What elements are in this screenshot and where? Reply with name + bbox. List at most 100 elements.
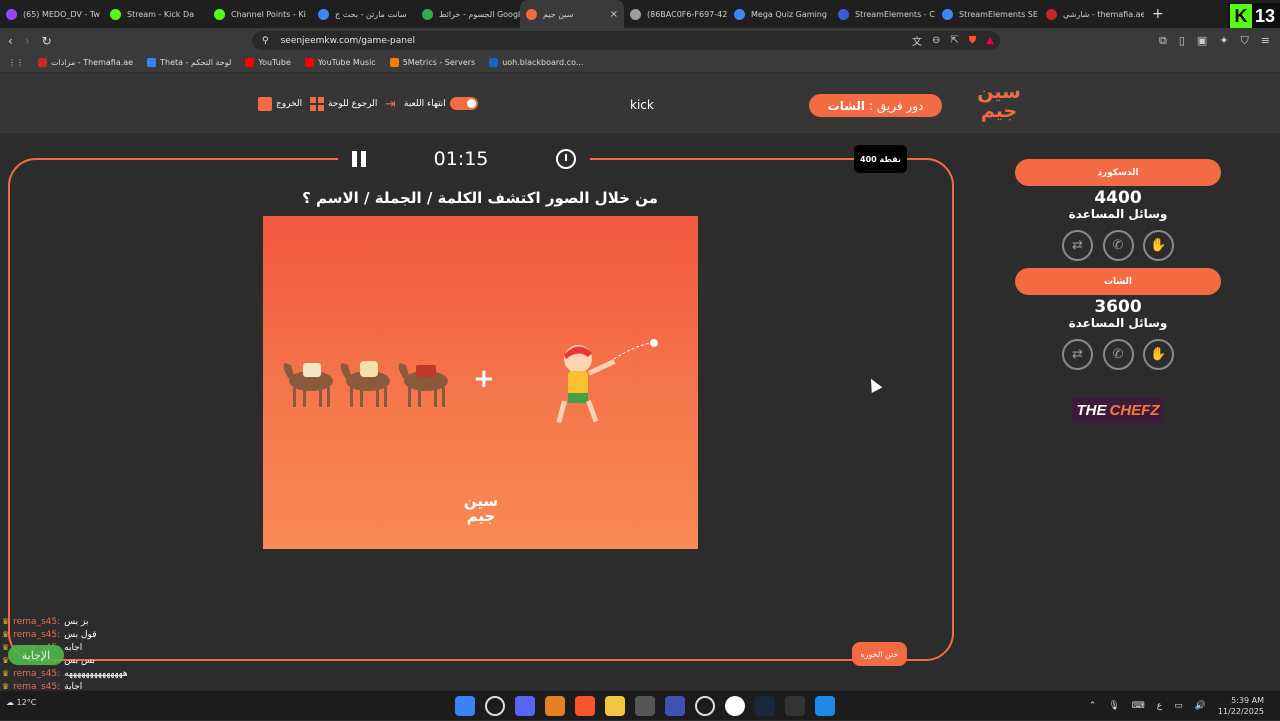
end-game-toggle[interactable] — [449, 97, 478, 110]
weather-widget[interactable]: ☁ 12°C — [6, 698, 36, 707]
browser-tab[interactable]: Channel Points - Ki — [208, 0, 312, 28]
swap-icon[interactable]: ⇄ — [1062, 230, 1093, 261]
tray-chevron-icon[interactable]: ⌃ — [1089, 701, 1097, 711]
url-text[interactable]: seenjeemkw.com/game-panel — [281, 36, 415, 46]
browser-tab[interactable]: (86BAC0F6-F697-42 — [624, 0, 728, 28]
leo-ai-icon[interactable]: ✦ — [1219, 34, 1228, 47]
kick-overlay-badge: K 13 — [1228, 3, 1280, 29]
vpn-icon[interactable]: ⛉ — [1241, 34, 1249, 48]
exit-button[interactable]: الخروج — [258, 97, 302, 111]
address-bar[interactable]: ⚲ seenjeemkw.com/game-panel 文 ⊖ ⇱ ⛊ ▲ — [252, 31, 1000, 50]
language-indicator[interactable]: ع — [1157, 701, 1162, 711]
bookmark-label[interactable]: YouTube Music — [318, 58, 376, 67]
browser-tab[interactable]: الجسوم - خرائط Google — [416, 0, 520, 28]
hand-icon[interactable]: ✋ — [1143, 230, 1174, 261]
brave-icon[interactable] — [575, 696, 595, 716]
phone-icon[interactable]: ✆ — [1102, 339, 1134, 370]
search-icon[interactable] — [485, 696, 505, 716]
app-icon[interactable] — [545, 696, 565, 716]
bookmark-label[interactable]: Theta - لوحة التحكم — [160, 58, 231, 67]
bookmark-favicon-icon — [147, 58, 157, 67]
translate-icon[interactable]: 文 — [912, 33, 922, 48]
end-game-control[interactable]: انتهاء اللعبة — [404, 97, 478, 110]
reset-timer-icon[interactable] — [555, 148, 576, 169]
tab-label[interactable]: (86BAC0F6-F697-42 — [647, 10, 727, 19]
reload-icon[interactable]: ↻ — [42, 34, 52, 48]
tab-label[interactable]: Channel Points - Ki — [231, 10, 306, 19]
back-to-board-button[interactable]: الرجوع للوحة — [310, 97, 377, 111]
browser-tab[interactable]: سانت مارتن - بحث ج — [312, 0, 416, 28]
pause-icon[interactable] — [352, 150, 366, 167]
browser-tab[interactable]: Stream - Kick Da — [104, 0, 208, 28]
exit-label[interactable]: الخروج — [276, 99, 302, 109]
bookmark-label[interactable]: 5Metrics - Servers — [403, 58, 476, 67]
swap-icon[interactable]: ⇄ — [1062, 339, 1093, 370]
menu-icon[interactable]: ≡ — [1261, 34, 1270, 47]
site-info-icon[interactable]: ⚲ — [262, 36, 269, 46]
clock[interactable]: 5:39 AM 11/22/2025 — [1218, 695, 1264, 717]
tab-label[interactable]: شارشي - themafia.ae — [1063, 10, 1144, 19]
file-explorer-icon[interactable] — [605, 696, 625, 716]
picture-puzzle: + سين جيم — [263, 216, 698, 549]
sidebar-icon[interactable]: ▯ — [1179, 34, 1185, 47]
bookmark-item[interactable]: YouTube — [245, 58, 291, 67]
volume-icon[interactable]: 🔊 — [1195, 701, 1206, 711]
back-icon[interactable]: ‹ — [8, 34, 13, 48]
browser-tab[interactable]: StreamElements SE — [936, 0, 1040, 28]
wallet-icon[interactable]: ▣ — [1197, 34, 1207, 47]
browser-tab[interactable]: شارشي - themafia.ae — [1040, 0, 1144, 28]
bookmark-label[interactable]: YouTube — [258, 58, 291, 67]
app2-icon[interactable] — [665, 696, 685, 716]
show-answer-button[interactable]: ختن الخوره — [852, 642, 907, 666]
brave-rewards-icon[interactable]: ▲ — [986, 35, 994, 46]
browser-tab[interactable]: Mega Quiz Gaming — [728, 0, 832, 28]
back-to-board-label[interactable]: الرجوع للوحة — [328, 99, 377, 109]
network-icon[interactable]: ▭ — [1174, 701, 1183, 711]
bookmark-label[interactable]: مزادات - Themafia.ae — [51, 58, 133, 67]
team-2-score: 3600 — [1094, 297, 1142, 317]
apps-icon[interactable]: ⋮⋮ — [8, 58, 24, 67]
bookmark-item[interactable]: Theta - لوحة التحكم — [147, 58, 231, 67]
tab-label[interactable]: StreamElements SE — [959, 10, 1038, 19]
tab-label[interactable]: سانت مارتن - بحث ج — [335, 10, 407, 19]
tab-label[interactable]: سين جيم — [543, 10, 573, 19]
end-game-label[interactable]: انتهاء اللعبة — [404, 99, 446, 109]
extensions-icon[interactable]: ⧉ — [1159, 34, 1167, 48]
brave-shield-icon[interactable]: ⛊ — [969, 35, 977, 46]
tab-label[interactable]: Stream - Kick Da — [127, 10, 194, 19]
chat-text: ههههههههههههههه — [64, 668, 128, 679]
bookmark-item[interactable]: YouTube Music — [304, 58, 376, 67]
bookmark-label[interactable]: uoh.blackboard.co... — [502, 58, 583, 67]
app3-icon[interactable] — [785, 696, 805, 716]
share-icon[interactable]: ⇱ — [950, 35, 958, 46]
tab-label[interactable]: StreamElements - C — [855, 10, 935, 19]
bookmark-item[interactable]: 5Metrics - Servers — [389, 58, 476, 67]
arrow-right-icon: ⇥ — [385, 97, 396, 112]
keyboard-icon[interactable]: ⌨ — [1132, 701, 1145, 711]
app4-icon[interactable] — [815, 696, 835, 716]
tab-label[interactable]: (65) MEDO_DV - Tw — [23, 10, 100, 19]
chrome-icon[interactable] — [725, 696, 745, 716]
phone-icon[interactable]: ✆ — [1102, 230, 1134, 261]
team-2-aids: ⇄ ✆ ✋ — [1062, 339, 1174, 370]
steam-icon[interactable] — [755, 696, 775, 716]
zoom-icon[interactable]: ⊖ — [932, 35, 940, 46]
browser-tab[interactable]: StreamElements - C — [832, 0, 936, 28]
bookmark-item[interactable]: مزادات - Themafia.ae — [38, 58, 133, 67]
browser-tab[interactable]: سين جيم × — [520, 0, 624, 28]
discord-icon[interactable] — [515, 696, 535, 716]
browser-tab[interactable]: (65) MEDO_DV - Tw — [0, 0, 104, 28]
tab-label[interactable]: الجسوم - خرائط Google — [439, 10, 520, 19]
hand-icon[interactable]: ✋ — [1143, 339, 1174, 370]
tab-close-icon[interactable]: × — [610, 9, 618, 20]
end-game-arrow[interactable]: ⇥ — [385, 97, 396, 112]
obs-icon[interactable] — [695, 696, 715, 716]
bookmark-item[interactable]: uoh.blackboard.co... — [489, 58, 583, 67]
store-icon[interactable] — [635, 696, 655, 716]
mic-icon[interactable]: 🎙 — [1108, 701, 1119, 711]
camel-caravan-image — [283, 361, 448, 407]
forward-icon[interactable]: › — [25, 34, 30, 48]
start-icon[interactable] — [455, 696, 475, 716]
tab-label[interactable]: Mega Quiz Gaming — [751, 10, 827, 19]
new-tab-button[interactable]: + — [1152, 6, 1164, 22]
